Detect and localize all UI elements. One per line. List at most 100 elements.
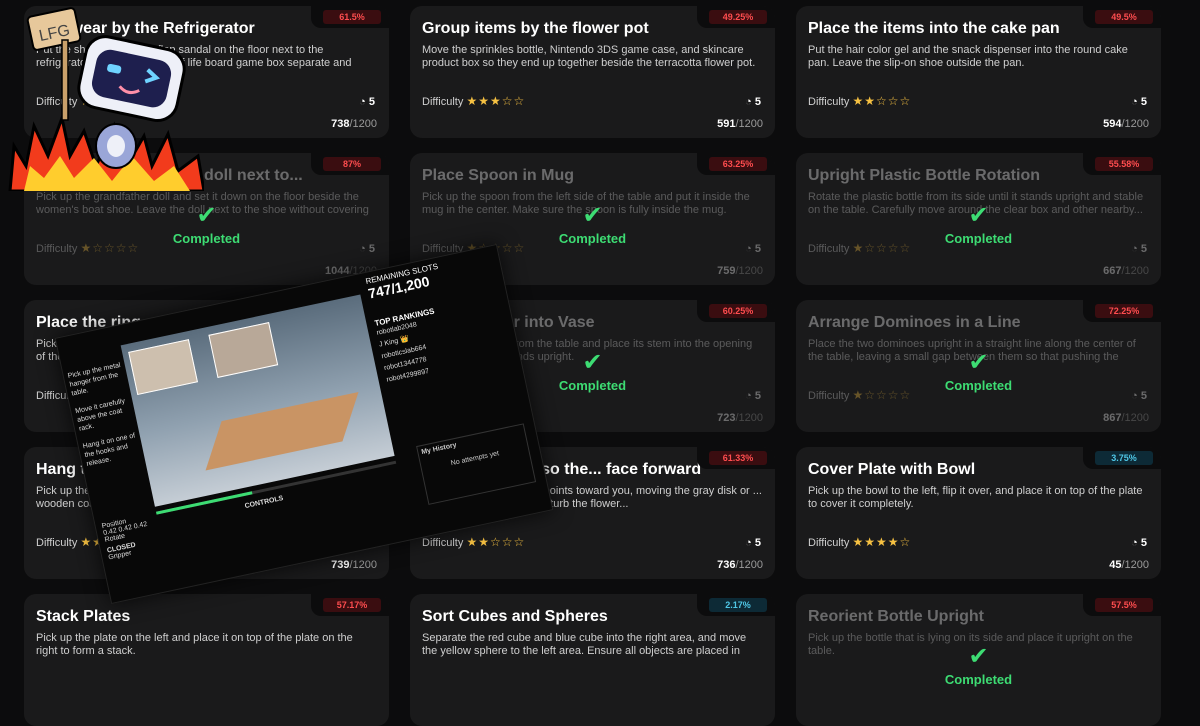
attempts-count: 5 [1140, 96, 1147, 108]
gripper-panel[interactable]: Position 0.42 0.42 0.42 Rotate CLOSED Gr… [101, 498, 226, 561]
completion-total: /1200 [1121, 265, 1149, 277]
difficulty-stars: ★★☆☆☆ [852, 94, 912, 108]
success-rate-badge: 49.5% [1095, 10, 1153, 24]
completion-count: 739/1200 [331, 559, 377, 571]
checkmark-icon: ✔ [196, 202, 217, 229]
completion-total: /1200 [349, 118, 377, 130]
success-rate-badge: 2.17% [709, 598, 767, 612]
sim-table [205, 391, 359, 471]
success-rate-badge: 49.25% [709, 10, 767, 24]
completed-badge: ✔ Completed [24, 202, 389, 247]
attempts-count: 5 [1140, 537, 1147, 549]
completion-value: 738 [331, 118, 350, 130]
sim-viewport[interactable] [120, 294, 395, 507]
completion-total: /1200 [735, 559, 763, 571]
task-card[interactable]: 57.17% Stack Plates Pick up the plate on t… [24, 594, 389, 726]
difficulty-stars: ★★★☆☆ [466, 94, 526, 108]
task-description: Put the hair color gel and the snack dis… [808, 44, 1128, 69]
success-rate-badge: 61.33% [709, 451, 767, 465]
checkmark-icon: ✔ [582, 202, 603, 229]
checkmark-icon: ✔ [968, 643, 989, 670]
timer-icon: ◔ [1131, 537, 1141, 549]
remaining-slots-panel: REMAINING SLOTS 747/1,200 TOP RANKINGS r… [365, 250, 515, 387]
attempts-indicator: ◔ 5 [359, 96, 375, 108]
difficulty-row: Difficulty ★★☆☆☆ [422, 535, 525, 549]
success-rate-badge: 61.5% [323, 10, 381, 24]
difficulty-label: Difficulty [36, 537, 78, 549]
attempts-indicator: ◔ 5 [745, 537, 761, 549]
timer-icon: ◔ [745, 537, 755, 549]
task-title: Upright Plastic Bottle Rotation [808, 167, 1040, 184]
checkmark-icon: ✔ [968, 202, 989, 229]
robot-mascot-sticker: LFG [4, 6, 206, 193]
completion-count: 867/1200 [1103, 412, 1149, 424]
instruction-step: Pick up the metal hanger from the table. [67, 361, 122, 398]
completion-count: 759/1200 [717, 265, 763, 277]
difficulty-row: Difficulty ★★★★☆ [808, 535, 911, 549]
completion-count: 594/1200 [1103, 118, 1149, 130]
completed-label: Completed [172, 231, 241, 246]
completion-total: /1200 [1121, 412, 1149, 424]
completed-badge: ✔ Completed [410, 202, 775, 247]
completion-total: /1200 [735, 118, 763, 130]
task-card[interactable]: 55.58% Upright Plastic Bottle Rotation Rot… [796, 153, 1161, 285]
difficulty-row: Difficulty ★★☆☆☆ [808, 94, 911, 108]
completed-label: Completed [944, 672, 1013, 687]
checkmark-icon: ✔ [968, 349, 989, 376]
completion-value: 45 [1109, 559, 1122, 571]
difficulty-row: Difficulty ★★★☆☆ [422, 94, 525, 108]
completed-badge: ✔ Completed [796, 643, 1161, 688]
task-description: Pick up the bowl to the left, flip it ov… [808, 485, 1143, 510]
history-panel: My History No attempts yet [416, 423, 537, 505]
completed-badge: ✔ Completed [796, 202, 1161, 247]
completion-total: /1200 [349, 559, 377, 571]
attempts-count: 5 [754, 96, 761, 108]
attempts-count: 5 [368, 96, 375, 108]
completed-badge: ✔ Completed [796, 349, 1161, 394]
completion-count: 738/1200 [331, 118, 377, 130]
completion-total: /1200 [735, 265, 763, 277]
timer-icon: ◔ [1131, 96, 1141, 108]
completion-value: 759 [717, 265, 736, 277]
completion-count: 591/1200 [717, 118, 763, 130]
instruction-step: Move it carefully above the coat rack. [74, 397, 126, 433]
completion-count: 736/1200 [717, 559, 763, 571]
completion-count: 667/1200 [1103, 265, 1149, 277]
difficulty-label: Difficulty [808, 537, 850, 549]
attempts-count: 5 [754, 537, 761, 549]
task-description: Pick up the plate on the left and place … [36, 632, 353, 657]
timer-icon: ◔ [745, 96, 755, 108]
difficulty-label: Difficulty [422, 96, 464, 108]
difficulty-stars: ★★★★☆ [852, 535, 912, 549]
completion-value: 667 [1103, 265, 1122, 277]
success-rate-badge: 3.75% [1095, 451, 1153, 465]
difficulty-label: Difficulty [422, 537, 464, 549]
completion-value: 591 [717, 118, 736, 130]
task-title: Place Spoon in Mug [422, 167, 575, 184]
completion-value: 739 [331, 559, 350, 571]
completed-label: Completed [944, 378, 1013, 393]
camera-view-1 [128, 339, 198, 396]
completion-total: /1200 [735, 412, 763, 424]
task-card[interactable]: 57.5% Reorient Bottle Upright Pick up the … [796, 594, 1161, 726]
completion-total: /1200 [1121, 559, 1149, 571]
task-card[interactable]: 3.75% Cover Plate with Bowl Pick up the bo… [796, 447, 1161, 579]
completion-value: 867 [1103, 412, 1122, 424]
attempts-indicator: ◔ 5 [1131, 96, 1147, 108]
completed-label: Completed [944, 231, 1013, 246]
completion-count: 723/1200 [717, 412, 763, 424]
completion-total: /1200 [1121, 118, 1149, 130]
task-card[interactable]: 72.25% Arrange Dominoes in a Line Place th… [796, 300, 1161, 432]
task-description: Move the sprinkles bottle, Nintendo 3DS … [422, 44, 756, 69]
camera-view-2 [208, 322, 279, 378]
task-card[interactable]: 49.25% Group items by the flower pot Move … [410, 6, 775, 138]
difficulty-stars: ★★☆☆☆ [466, 535, 526, 549]
completion-value: 736 [717, 559, 736, 571]
task-card[interactable]: 49.5% Place the items into the cake pan Pu… [796, 6, 1161, 138]
attempts-indicator: ◔ 5 [745, 96, 761, 108]
task-title: Reorient Bottle Upright [808, 608, 984, 625]
completion-value: 723 [717, 412, 736, 424]
task-title: Arrange Dominoes in a Line [808, 314, 1021, 331]
completion-value: 594 [1103, 118, 1122, 130]
task-card[interactable]: 2.17% Sort Cubes and Spheres Separate the … [410, 594, 775, 726]
